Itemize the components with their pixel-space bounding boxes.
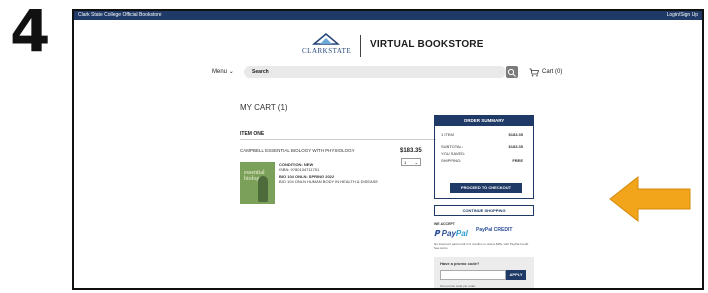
product-details: CONDITION: NEW ISBN: 9780134711751 BIO 1…: [279, 162, 378, 184]
isbn: ISBN: 9780134711751: [279, 167, 320, 172]
paypal-pay-text: Pay: [441, 229, 456, 238]
subtotal-value: $183.35: [508, 144, 523, 149]
summary-shipping-row: SHIPPING: FREE: [441, 158, 529, 163]
summary-subtotal-row: SUBTOTAL: $183.35: [441, 144, 529, 149]
page-title: VIRTUAL BOOKSTORE: [370, 39, 484, 50]
search-button[interactable]: [506, 66, 518, 78]
saved-label: YOU SAVED:: [441, 151, 466, 156]
product-name[interactable]: CAMPBELL ESSENTIAL BIOLOGY WITH PHYSIOLO…: [240, 148, 355, 153]
cart-icon: [529, 68, 539, 76]
book-cover-image[interactable]: essential biology: [240, 162, 275, 204]
search-input[interactable]: Search: [244, 66, 506, 78]
header: CLARKSTATE VIRTUAL BOOKSTORE: [74, 31, 702, 59]
product-price: $183.35: [400, 148, 422, 154]
proceed-to-checkout-button[interactable]: PROCEED TO CHECKOUT: [450, 183, 522, 193]
figure-icon: [258, 176, 268, 202]
paypal-logo: 𝐏 PayPal: [434, 229, 468, 239]
paypal-credit-logo: PayPal CREDIT: [476, 227, 513, 233]
cart-heading: MY CART (1): [240, 103, 288, 112]
chevron-down-icon: ⌄: [414, 160, 418, 165]
store-official-link[interactable]: Clark State College Official Bookstore: [78, 11, 162, 20]
menu-label: Menu: [212, 69, 228, 75]
order-summary-header: ORDER SUMMARY: [435, 116, 533, 126]
subtotal-label: SUBTOTAL:: [441, 144, 463, 149]
item-divider: [240, 139, 436, 140]
cart-link[interactable]: Cart (0): [529, 66, 562, 78]
search-icon: [507, 68, 516, 77]
nav-bar: Menu ⌄ Search Cart (0): [74, 66, 702, 78]
summary-items-row: 1 ITEM $183.35: [441, 132, 529, 137]
promo-title: Have a promo code?: [440, 261, 480, 266]
summary-saved-row: YOU SAVED:: [441, 151, 529, 156]
items-value: $183.35: [508, 132, 523, 137]
paypal-credit-note[interactable]: No Interest if paid in full in 6 months …: [434, 242, 534, 250]
paypal-pal-text: Pal: [455, 229, 468, 238]
apply-button[interactable]: APPLY: [506, 270, 526, 280]
shipping-label: SHIPPING:: [441, 158, 462, 163]
browser-screenshot: Clark State College Official Bookstore L…: [72, 9, 704, 290]
promo-code-input[interactable]: [440, 270, 506, 280]
quantity-value: 1: [404, 160, 407, 165]
course-description: BIO 104 ONLN HUMAN BODY IN HEALTH & DISE…: [279, 179, 378, 184]
paypal-p-icon: 𝐏: [434, 229, 440, 238]
shipping-value: FREE: [512, 158, 523, 163]
login-signup-link[interactable]: Login/Sign Up: [667, 11, 698, 20]
chevron-down-icon: ⌄: [228, 69, 234, 75]
item-heading: ITEM ONE: [240, 131, 265, 137]
we-accept-label: WE ACCEPT: [434, 222, 455, 226]
top-bar: Clark State College Official Bookstore L…: [74, 11, 702, 20]
logo-mark-icon: [312, 33, 340, 45]
quantity-select[interactable]: 1 ⌄: [401, 158, 421, 166]
step-number: 4: [10, 0, 51, 65]
items-label: 1 ITEM: [441, 132, 454, 137]
logo-text: CLARKSTATE: [302, 47, 352, 55]
continue-shopping-button[interactable]: CONTINUE SHOPPING: [434, 205, 534, 216]
clark-state-logo[interactable]: CLARKSTATE: [302, 33, 352, 57]
promo-note: One promo code per order.: [440, 284, 477, 288]
header-divider: [360, 35, 361, 57]
menu-button[interactable]: Menu ⌄: [212, 66, 234, 78]
cart-label: Cart (0): [542, 69, 563, 75]
promo-code-box: Have a promo code? APPLY One promo code …: [434, 257, 534, 288]
pointer-arrow-icon: [609, 175, 691, 223]
